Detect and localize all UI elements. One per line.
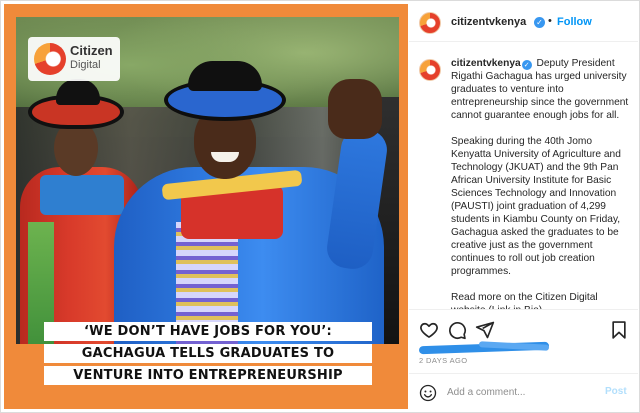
caption-paragraph-2: Speaking during the 40th Jomo Kenyatta U… — [451, 136, 621, 277]
post-details-panel: citizentvkenya ✓ • Follow citizentvkenya… — [409, 4, 638, 409]
verified-badge-icon: ✓ — [534, 17, 545, 28]
graduation-photo: Citizen Digital — [16, 17, 399, 344]
share-icon[interactable] — [475, 320, 495, 340]
post-timestamp: 2 DAYS AGO — [419, 356, 468, 365]
verified-badge-icon: ✓ — [521, 60, 532, 70]
avatar[interactable] — [419, 12, 441, 34]
post-header: citizentvkenya ✓ • Follow — [409, 4, 638, 42]
bookmark-icon[interactable] — [609, 320, 629, 340]
caption-username[interactable]: citizentvkenya — [451, 58, 521, 69]
comment-bar: Post — [409, 373, 638, 409]
logo-text-digital: Digital — [70, 59, 101, 71]
logo-text-citizen: Citizen — [70, 43, 113, 58]
headline-line-1: ‘WE DON’T HAVE JOBS FOR YOU’: — [44, 322, 372, 341]
instagram-post-frame: Citizen Digital ‘WE DON’T HAVE JOBS FOR … — [0, 0, 640, 413]
caption-paragraph-3: Read more on the Citizen Digital website… — [451, 292, 598, 309]
emoji-icon[interactable] — [419, 384, 437, 402]
post-actions: 2 DAYS AGO — [409, 309, 638, 369]
citizen-logo-icon — [34, 43, 66, 75]
separator-dot: • — [548, 15, 552, 27]
comment-icon[interactable] — [447, 320, 467, 340]
caption-area[interactable]: citizentvkenya ✓ Deputy President Rigathi… — [409, 43, 638, 309]
comment-input[interactable] — [447, 382, 597, 402]
caption-avatar[interactable] — [419, 59, 441, 81]
post-comment-button[interactable]: Post — [605, 386, 627, 397]
headline-line-2: GACHAGUA TELLS GRADUATES TO — [44, 344, 372, 363]
heart-icon[interactable] — [419, 320, 439, 340]
headline-line-3: VENTURE INTO ENTREPRENEURSHIP — [44, 366, 372, 385]
citizen-digital-logo: Citizen Digital — [28, 37, 120, 81]
follow-button[interactable]: Follow — [557, 16, 592, 28]
header-username[interactable]: citizentvkenya — [451, 16, 526, 28]
caption-text: citizentvkenya ✓ Deputy President Rigathi… — [451, 57, 631, 309]
post-image[interactable]: Citizen Digital ‘WE DON’T HAVE JOBS FOR … — [4, 4, 408, 409]
